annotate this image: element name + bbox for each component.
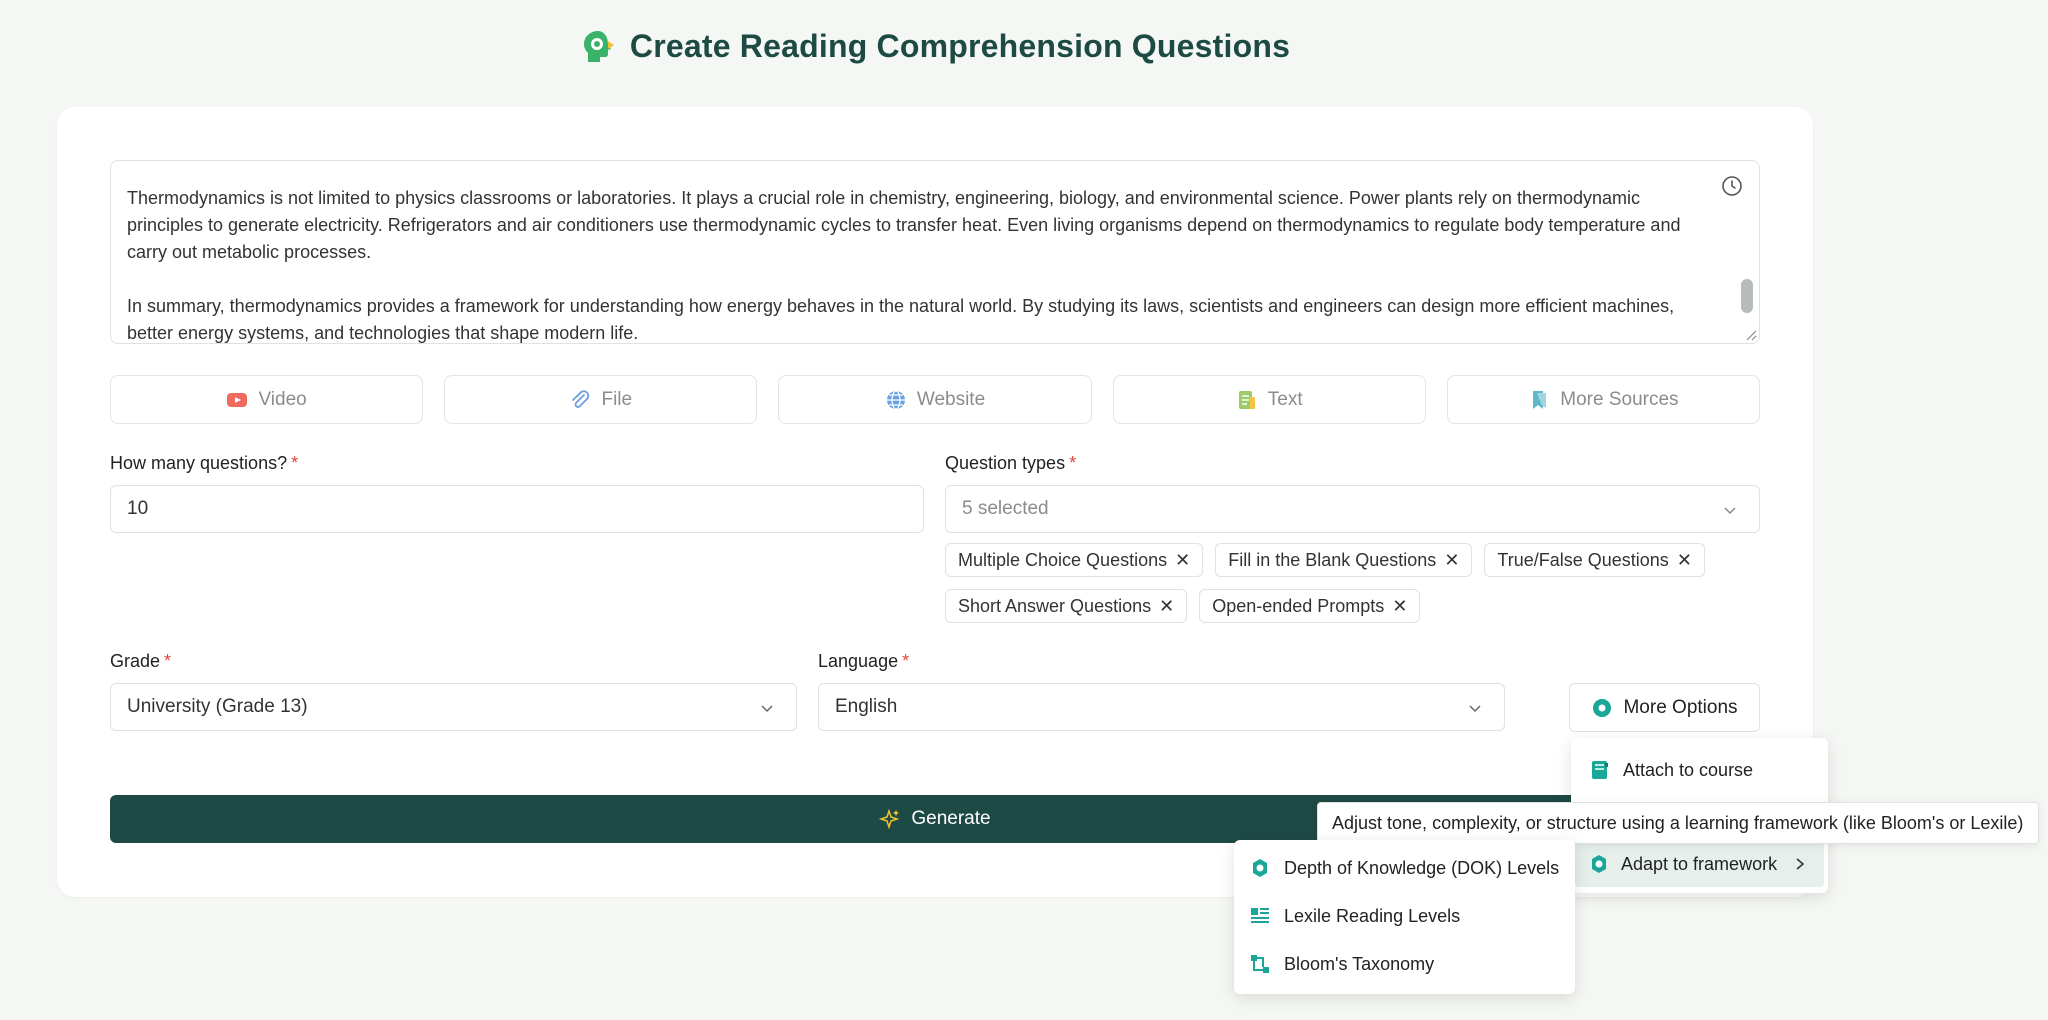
question-type-chip: Fill in the Blank Questions ✕ xyxy=(1215,543,1473,577)
submenu-item-dok[interactable]: Depth of Knowledge (DOK) Levels xyxy=(1234,844,1575,892)
video-source-button[interactable]: Video xyxy=(110,375,424,424)
question-type-chip: Short Answer Questions ✕ xyxy=(945,589,1188,623)
grade-value: University (Grade 13) xyxy=(127,696,308,717)
question-type-chip: True/False Questions ✕ xyxy=(1484,543,1705,577)
gear-icon xyxy=(1593,698,1612,717)
head-gear-icon xyxy=(583,30,614,62)
required-mark: * xyxy=(1069,453,1077,473)
question-types-label: Question types * xyxy=(945,453,1076,474)
question-count-value: 10 xyxy=(127,498,149,519)
question-type-chip: Open-ended Prompts ✕ xyxy=(1199,589,1421,623)
menu-item-label: Adapt to framework xyxy=(1621,853,1778,874)
chevron-down-icon xyxy=(1469,705,1481,713)
chevron-right-icon xyxy=(1796,858,1805,870)
question-count-input[interactable]: 10 xyxy=(110,485,924,533)
page-title: Create Reading Comprehension Questions xyxy=(629,28,1291,64)
source-text: Thermodynamics is not limited to physics… xyxy=(127,185,1697,343)
paperclip-icon xyxy=(572,389,590,408)
question-types-select[interactable]: 5 selected xyxy=(945,485,1760,533)
text-document-icon xyxy=(1238,390,1255,409)
label-text: How many questions? xyxy=(110,453,288,473)
language-select[interactable]: English xyxy=(818,683,1505,731)
text-source-button[interactable]: Text xyxy=(1112,375,1426,424)
remove-chip-icon[interactable]: ✕ xyxy=(1159,596,1174,617)
label-text: Grade xyxy=(110,651,161,671)
generate-label: Generate xyxy=(911,808,991,829)
source-label: Video xyxy=(258,388,307,410)
submenu-item-label: Depth of Knowledge (DOK) Levels xyxy=(1284,857,1560,878)
remove-chip-icon[interactable]: ✕ xyxy=(1175,550,1190,571)
source-buttons: Video File Website Text More Sources xyxy=(110,375,1761,424)
framework-gear-icon xyxy=(1592,855,1606,873)
required-mark: * xyxy=(902,651,910,671)
lexile-icon xyxy=(1251,908,1269,923)
question-count-label: How many questions? * xyxy=(110,453,298,474)
source-textarea[interactable]: Thermodynamics is not limited to physics… xyxy=(110,160,1760,344)
menu-item-label: Attach to course xyxy=(1623,759,1754,780)
label-text: Language xyxy=(818,651,899,671)
chip-label: Short Answer Questions xyxy=(958,595,1152,616)
history-icon[interactable] xyxy=(1721,175,1743,197)
source-paragraph: Thermodynamics is not limited to physics… xyxy=(127,188,1681,262)
source-paragraph: In summary, thermodynamics provides a fr… xyxy=(127,296,1675,343)
source-label: More Sources xyxy=(1560,388,1679,410)
youtube-icon xyxy=(227,392,248,407)
source-label: File xyxy=(601,388,633,410)
dok-icon xyxy=(1253,859,1267,877)
submenu-item-blooms[interactable]: Bloom's Taxonomy xyxy=(1234,940,1575,988)
language-value: English xyxy=(835,696,898,717)
chip-label: Fill in the Blank Questions xyxy=(1228,549,1437,570)
remove-chip-icon[interactable]: ✕ xyxy=(1444,550,1459,571)
sparkles-icon xyxy=(879,808,900,830)
scrollbar-thumb[interactable] xyxy=(1741,279,1753,313)
grade-select[interactable]: University (Grade 13) xyxy=(110,683,797,731)
remove-chip-icon[interactable]: ✕ xyxy=(1677,550,1692,571)
bookmark-icon xyxy=(1533,390,1547,409)
blooms-icon xyxy=(1251,955,1269,973)
submenu-item-label: Lexile Reading Levels xyxy=(1284,905,1461,926)
more-sources-button[interactable]: More Sources xyxy=(1446,375,1761,424)
website-source-button[interactable]: Website xyxy=(778,375,1092,424)
grade-label: Grade * xyxy=(110,651,171,672)
tooltip-text: Adjust tone, complexity, or structure us… xyxy=(1332,812,2024,833)
submenu-item-lexile[interactable]: Lexile Reading Levels xyxy=(1234,892,1575,940)
required-mark: * xyxy=(291,453,299,473)
notebook-icon xyxy=(1592,761,1608,779)
chip-label: Multiple Choice Questions xyxy=(958,549,1168,570)
file-source-button[interactable]: File xyxy=(444,375,758,424)
question-types-placeholder: 5 selected xyxy=(962,498,1049,519)
more-options-label: More Options xyxy=(1623,696,1738,718)
remove-chip-icon[interactable]: ✕ xyxy=(1392,596,1407,617)
framework-tooltip: Adjust tone, complexity, or structure us… xyxy=(1317,802,2039,844)
language-label: Language * xyxy=(818,651,909,672)
globe-icon xyxy=(886,389,905,410)
required-mark: * xyxy=(164,651,172,671)
chip-label: True/False Questions xyxy=(1497,549,1669,570)
framework-submenu: Depth of Knowledge (DOK) Levels Lexile R… xyxy=(1234,840,1575,994)
chip-label: Open-ended Prompts xyxy=(1212,595,1385,616)
submenu-item-label: Bloom's Taxonomy xyxy=(1284,953,1435,974)
menu-item-adapt-to-framework[interactable]: Adapt to framework xyxy=(1575,841,1824,887)
source-label: Text xyxy=(1267,388,1303,410)
question-type-chips: Multiple Choice Questions ✕ Fill in the … xyxy=(945,543,1765,623)
question-type-chip: Multiple Choice Questions ✕ xyxy=(945,543,1204,577)
chevron-down-icon xyxy=(761,705,773,713)
page-header: Create Reading Comprehension Questions xyxy=(0,28,1870,65)
more-options-button[interactable]: More Options xyxy=(1569,683,1760,732)
menu-item-attach-to-course[interactable]: Attach to course xyxy=(1575,747,1824,793)
source-label: Website xyxy=(916,388,986,410)
label-text: Question types xyxy=(945,453,1066,473)
chevron-down-icon xyxy=(1724,507,1736,515)
resize-handle-icon[interactable] xyxy=(1743,327,1757,341)
